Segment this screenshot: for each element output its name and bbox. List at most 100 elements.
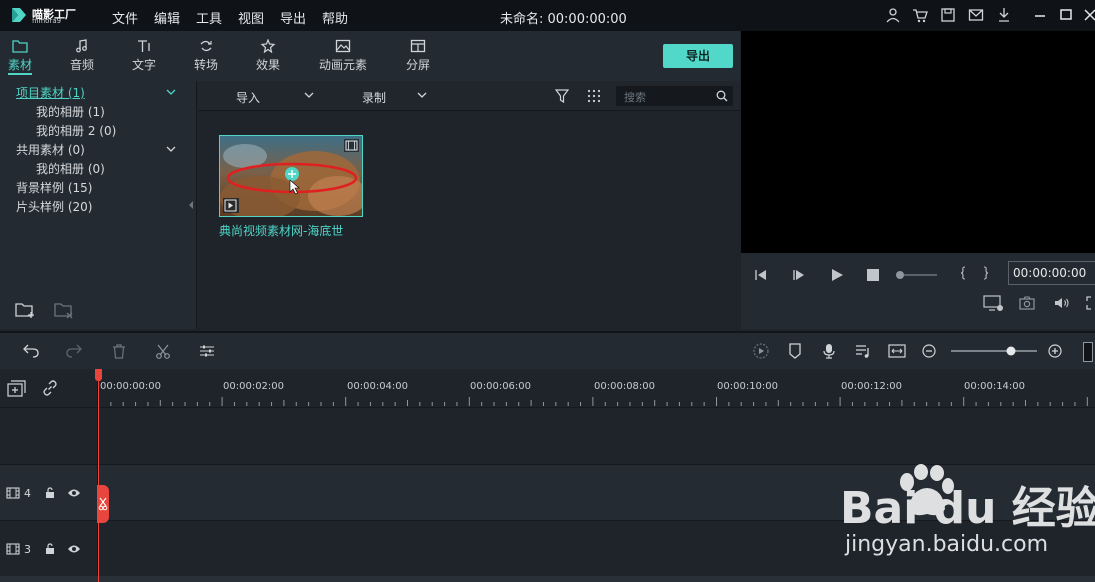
tree-background-samples[interactable]: 背景样例 (15) bbox=[16, 179, 92, 196]
record-dropdown[interactable]: 录制 bbox=[362, 89, 386, 106]
tree-my-album-2[interactable]: 我的相册 2 (0) bbox=[36, 122, 116, 139]
preview-window bbox=[741, 31, 1095, 253]
search-icon[interactable] bbox=[716, 90, 728, 102]
lock-icon[interactable] bbox=[45, 487, 55, 499]
zoom-out-icon[interactable] bbox=[922, 344, 936, 358]
tab-text[interactable]: 文字 bbox=[116, 39, 172, 77]
delete-folder-icon[interactable] bbox=[54, 301, 74, 319]
search-placeholder: 搜索 bbox=[624, 91, 646, 104]
volume-icon[interactable] bbox=[1054, 296, 1070, 310]
chevron-down-icon[interactable] bbox=[166, 146, 176, 152]
preview-timecode[interactable]: 00:00:00:00 bbox=[1008, 261, 1095, 285]
voiceover-list-icon[interactable] bbox=[855, 343, 871, 359]
timeline-toolbar bbox=[0, 331, 1095, 369]
preview-progress-slider[interactable] bbox=[895, 270, 937, 280]
media-thumbnail[interactable] bbox=[219, 135, 363, 217]
tab-audio-label: 音频 bbox=[69, 58, 94, 72]
tab-transition[interactable]: 转场 bbox=[178, 39, 234, 77]
undo-icon[interactable] bbox=[23, 344, 39, 358]
playhead-handle[interactable] bbox=[95, 369, 102, 381]
redo-icon[interactable] bbox=[66, 344, 82, 358]
play-icon[interactable] bbox=[830, 268, 844, 282]
previous-frame-icon[interactable] bbox=[754, 268, 768, 282]
film-strip-icon bbox=[6, 487, 20, 499]
image-icon bbox=[335, 39, 351, 53]
folder-icon bbox=[12, 40, 28, 53]
tab-effects-label: 效果 bbox=[255, 58, 280, 72]
minimize-icon[interactable] bbox=[1032, 7, 1048, 23]
timeline-ruler[interactable]: 00:00:00:00 00:00:02:00 00:00:04:00 00:0… bbox=[0, 369, 1095, 408]
tree-project-media[interactable]: 项目素材 (1) bbox=[16, 84, 85, 101]
ruler-label: 00:00:12:00 bbox=[841, 381, 903, 392]
chevron-down-icon[interactable] bbox=[417, 92, 427, 98]
delete-icon[interactable] bbox=[112, 344, 126, 359]
search-input[interactable]: 搜索 bbox=[616, 86, 733, 106]
menu-file[interactable]: 文件 bbox=[112, 8, 138, 27]
tab-elements[interactable]: 动画元素 bbox=[314, 39, 372, 77]
chevron-down-icon[interactable] bbox=[166, 89, 176, 95]
close-icon[interactable] bbox=[1082, 7, 1095, 23]
app-logo: 喵影工厂 filmora9 bbox=[10, 4, 90, 28]
save-icon[interactable] bbox=[940, 7, 956, 23]
media-toolbar: 导入 录制 搜索 bbox=[198, 81, 740, 111]
render-preview-icon[interactable] bbox=[752, 343, 770, 359]
app-subname: filmora9 bbox=[32, 17, 62, 25]
menu-view[interactable]: 视图 bbox=[238, 8, 264, 27]
mail-icon[interactable] bbox=[968, 7, 984, 23]
maximize-icon[interactable] bbox=[1058, 7, 1074, 23]
eye-icon[interactable] bbox=[67, 544, 81, 554]
download-icon[interactable] bbox=[996, 7, 1012, 23]
cut-scissors-icon[interactable] bbox=[155, 344, 171, 359]
eye-icon[interactable] bbox=[67, 488, 81, 498]
timeline-scrollbar[interactable] bbox=[0, 576, 1095, 582]
transition-icon bbox=[200, 40, 212, 52]
underwater-video-thumbnail bbox=[220, 136, 362, 216]
cart-icon[interactable] bbox=[912, 7, 928, 23]
grid-view-icon[interactable] bbox=[587, 89, 601, 103]
tab-audio[interactable]: 音频 bbox=[54, 39, 110, 77]
new-folder-icon[interactable] bbox=[15, 301, 35, 319]
display-settings-icon[interactable] bbox=[983, 295, 1005, 313]
menu-help[interactable]: 帮助 bbox=[322, 8, 348, 27]
next-frame-icon[interactable] bbox=[792, 268, 806, 282]
adjust-settings-icon[interactable] bbox=[199, 344, 215, 358]
media-library-tree: 项目素材 (1) 我的相册 (1) 我的相册 2 (0) 共用素材 (0) 我的… bbox=[0, 81, 197, 329]
ruler-label: 00:00:04:00 bbox=[347, 381, 409, 392]
microphone-icon[interactable] bbox=[822, 343, 836, 359]
tree-my-album-3[interactable]: 我的相册 (0) bbox=[36, 160, 105, 177]
zoom-in-icon[interactable] bbox=[1048, 344, 1062, 358]
timeline-panel-toggle[interactable] bbox=[1083, 342, 1093, 362]
empty-track-area[interactable] bbox=[0, 408, 1095, 464]
fit-timeline-icon[interactable] bbox=[888, 343, 906, 359]
track-number: 3 bbox=[24, 543, 31, 556]
tab-split-screen-label: 分屏 bbox=[405, 58, 430, 72]
collapse-arrow-icon[interactable] bbox=[188, 201, 194, 209]
media-grid: 典尚视频素材网-海底世 bbox=[198, 111, 740, 329]
filter-icon[interactable] bbox=[555, 89, 569, 103]
link-icon[interactable] bbox=[42, 380, 58, 396]
stop-icon[interactable] bbox=[866, 268, 880, 282]
menu-edit[interactable]: 编辑 bbox=[154, 8, 180, 27]
marker-icon[interactable] bbox=[788, 343, 802, 359]
tree-shared-media[interactable]: 共用素材 (0) bbox=[16, 141, 85, 158]
import-dropdown[interactable]: 导入 bbox=[236, 89, 260, 106]
tab-media[interactable]: 素材 bbox=[0, 39, 48, 77]
zoom-slider[interactable] bbox=[950, 345, 1038, 357]
playhead-line[interactable] bbox=[98, 369, 99, 582]
playhead-scissors-tab[interactable] bbox=[97, 485, 109, 523]
tree-my-album-1[interactable]: 我的相册 (1) bbox=[36, 103, 105, 120]
tab-effects[interactable]: 效果 bbox=[240, 39, 296, 77]
add-track-icon[interactable] bbox=[7, 380, 27, 398]
menu-export[interactable]: 导出 bbox=[280, 8, 306, 27]
track-header: 3 bbox=[0, 521, 97, 576]
snapshot-camera-icon[interactable] bbox=[1019, 296, 1035, 310]
chevron-down-icon[interactable] bbox=[304, 92, 314, 98]
mark-in-out-icon[interactable] bbox=[960, 266, 990, 280]
menu-tools[interactable]: 工具 bbox=[196, 8, 222, 27]
export-button[interactable]: 导出 bbox=[663, 44, 733, 68]
user-icon[interactable] bbox=[885, 7, 901, 23]
fullscreen-icon[interactable] bbox=[1086, 296, 1095, 310]
tree-intro-samples[interactable]: 片头样例 (20) bbox=[16, 198, 92, 215]
tab-split-screen[interactable]: 分屏 bbox=[390, 39, 446, 77]
lock-icon[interactable] bbox=[45, 543, 55, 555]
